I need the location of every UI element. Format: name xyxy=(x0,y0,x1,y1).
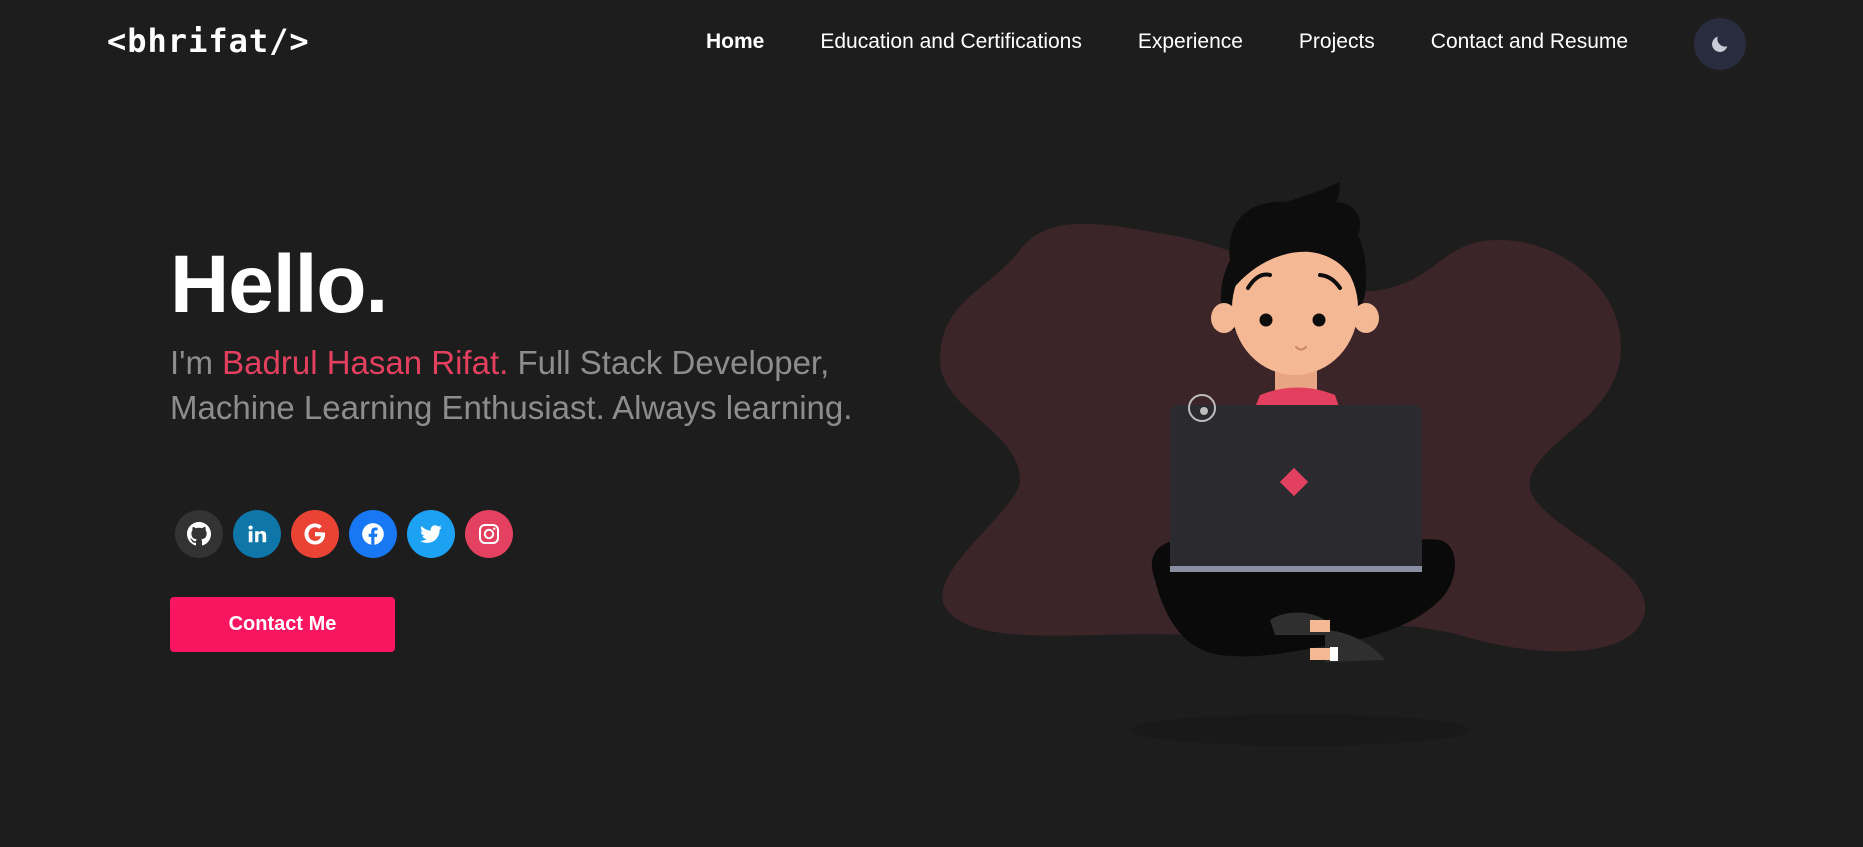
intro-prefix: I'm xyxy=(170,344,223,381)
contact-me-button[interactable]: Contact Me xyxy=(170,597,395,652)
github-icon xyxy=(187,522,211,546)
google-link[interactable] xyxy=(291,510,339,558)
theme-toggle-button[interactable] xyxy=(1694,18,1746,70)
left-foot xyxy=(1310,620,1330,632)
social-links xyxy=(175,510,513,558)
nav-contact-resume[interactable]: Contact and Resume xyxy=(1431,30,1628,54)
nav-projects[interactable]: Projects xyxy=(1299,30,1375,54)
instagram-icon xyxy=(479,524,499,544)
developer-illustration xyxy=(940,182,1646,746)
instagram-link[interactable] xyxy=(465,510,513,558)
twitter-link[interactable] xyxy=(407,510,455,558)
site-logo[interactable]: <bhrifat/> xyxy=(107,22,310,60)
facebook-icon xyxy=(362,523,384,545)
right-foot xyxy=(1310,648,1332,660)
sock xyxy=(1330,647,1338,661)
linkedin-link[interactable] xyxy=(233,510,281,558)
twitter-icon xyxy=(420,525,442,543)
github-link[interactable] xyxy=(175,510,223,558)
nav-education[interactable]: Education and Certifications xyxy=(820,30,1082,54)
nav-home[interactable]: Home xyxy=(706,30,764,54)
main-nav: Home Education and Certifications Experi… xyxy=(706,30,1684,54)
google-icon xyxy=(304,523,326,545)
page: <bhrifat/> Home Education and Certificat… xyxy=(0,0,1863,847)
hero-greeting: Hello. xyxy=(170,239,388,330)
moon-icon xyxy=(1712,36,1728,52)
nav-experience[interactable]: Experience xyxy=(1138,30,1243,54)
ground-shadow xyxy=(1130,714,1470,746)
hero-name: Badrul Hasan Rifat. xyxy=(222,344,509,381)
right-eye xyxy=(1312,313,1326,327)
laptop-base xyxy=(1170,566,1422,572)
webcam-dot xyxy=(1200,407,1208,415)
facebook-link[interactable] xyxy=(349,510,397,558)
left-eye xyxy=(1259,313,1273,327)
linkedin-icon xyxy=(248,525,267,543)
hero-intro: I'm Badrul Hasan Rifat. Full Stack Devel… xyxy=(170,340,890,430)
